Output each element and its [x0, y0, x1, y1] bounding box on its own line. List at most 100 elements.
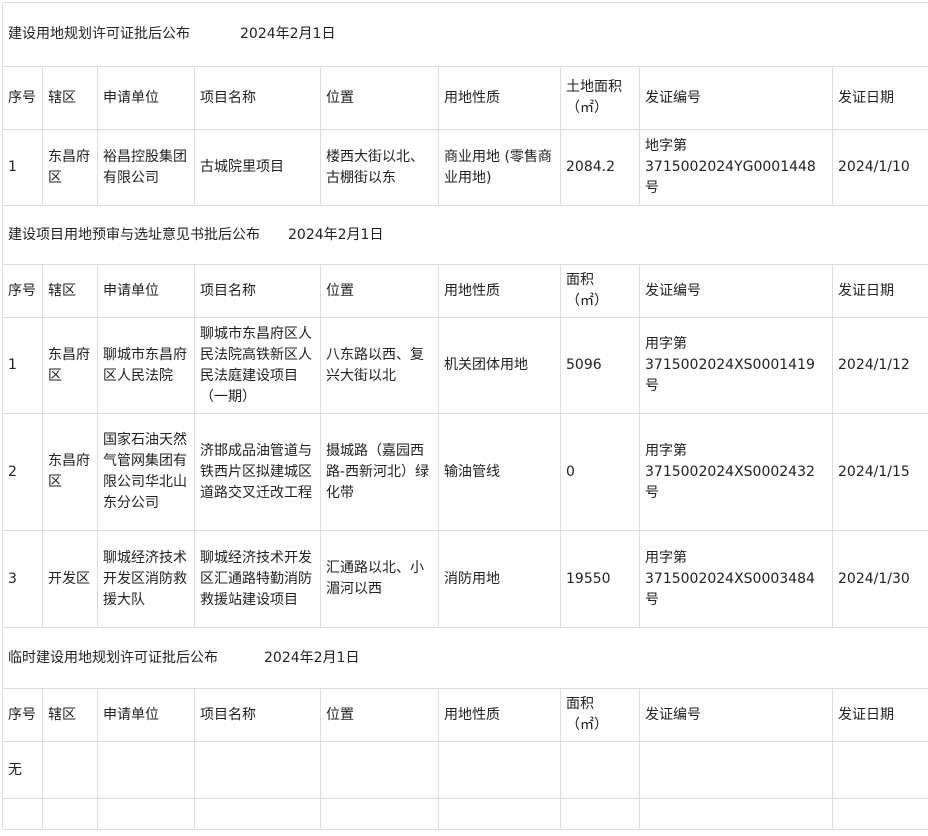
header-cert-no: 发证编号 [640, 67, 833, 130]
table-row: 2 东昌府区 国家石油天然气管网集团有限公司华北山东分公司 济邯成品油管道与铁西… [3, 414, 928, 531]
header-applicant: 申请单位 [98, 689, 195, 742]
header-area: 土地面积（㎡） [561, 67, 640, 130]
header-area-unit: （㎡） [566, 291, 635, 312]
cell-cert-no: 地字第3715002024YG0001448号 [640, 130, 833, 206]
section-header-row: 临时建设用地规划许可证批后公布 2024年2月1日 [3, 628, 928, 689]
table-header-row: 序号 辖区 申请单位 项目名称 位置 用地性质 土地面积（㎡） 发证编号 发证日… [3, 67, 928, 130]
table-header-row: 序号 辖区 申请单位 项目名称 位置 用地性质 面积（㎡） 发证编号 发证日期 [3, 689, 928, 742]
cell-applicant [98, 742, 195, 799]
cell-applicant: 国家石油天然气管网集团有限公司华北山东分公司 [98, 414, 195, 531]
header-applicant: 申请单位 [98, 67, 195, 130]
header-project: 项目名称 [195, 265, 321, 318]
header-district: 辖区 [43, 67, 98, 130]
cell-applicant: 裕昌控股集团有限公司 [98, 130, 195, 206]
cell-land-use: 机关团体用地 [439, 318, 561, 414]
cell-issue-date [833, 742, 928, 799]
header-district: 辖区 [43, 689, 98, 742]
cert-no-suffix: 号 [645, 376, 828, 397]
empty-cell [640, 799, 833, 830]
header-applicant: 申请单位 [98, 265, 195, 318]
header-seq: 序号 [3, 689, 43, 742]
cert-no-code: 3715002024XS0003484 [645, 569, 828, 590]
section-date: 2024年2月1日 [240, 26, 335, 42]
header-location: 位置 [321, 265, 439, 318]
header-project: 项目名称 [195, 67, 321, 130]
table-row [3, 799, 928, 830]
cell-location [321, 742, 439, 799]
cert-no-code: 3715002024XS0002432 [645, 462, 828, 483]
cell-area: 2084.2 [561, 130, 640, 206]
header-area-unit: （㎡） [566, 98, 635, 119]
empty-cell [561, 799, 640, 830]
section-title: 临时建设用地规划许可证批后公布 [8, 650, 218, 666]
section-heading: 临时建设用地规划许可证批后公布 2024年2月1日 [3, 628, 928, 689]
cell-land-use: 消防用地 [439, 531, 561, 628]
cell-issue-date: 2024/1/15 [833, 414, 928, 531]
header-cert-no: 发证编号 [640, 265, 833, 318]
cell-location: 汇通路以北、小湄河以西 [321, 531, 439, 628]
cell-area: 0 [561, 414, 640, 531]
cell-land-use: 商业用地 (零售商业用地) [439, 130, 561, 206]
cert-no-code: 3715002024XS0001419 [645, 355, 828, 376]
header-issue-date: 发证日期 [833, 689, 928, 742]
header-area-label: 面积 [566, 694, 635, 715]
section-header-row: 建设项目用地预审与选址意见书批后公布2024年2月1日 [3, 206, 928, 265]
cell-cert-no [640, 742, 833, 799]
header-issue-date: 发证日期 [833, 265, 928, 318]
cert-no-prefix: 地字第 [645, 136, 828, 157]
cert-no-prefix: 用字第 [645, 548, 828, 569]
section-title: 建设项目用地预审与选址意见书批后公布 [8, 227, 260, 243]
cell-seq: 无 [3, 742, 43, 799]
header-land-use: 用地性质 [439, 689, 561, 742]
cell-applicant: 聊城经济技术开发区消防救援大队 [98, 531, 195, 628]
cell-seq: 3 [3, 531, 43, 628]
cell-issue-date: 2024/1/12 [833, 318, 928, 414]
table-row: 无 [3, 742, 928, 799]
cert-no-prefix: 用字第 [645, 441, 828, 462]
cell-seq: 1 [3, 130, 43, 206]
header-location: 位置 [321, 689, 439, 742]
table-row: 1 东昌府区 裕昌控股集团有限公司 古城院里项目 楼西大街以北、古棚街以东 商业… [3, 130, 928, 206]
empty-cell [833, 799, 928, 830]
empty-cell [43, 799, 98, 830]
cell-seq: 2 [3, 414, 43, 531]
header-district: 辖区 [43, 265, 98, 318]
cell-land-use [439, 742, 561, 799]
header-cert-no: 发证编号 [640, 689, 833, 742]
section-heading: 建设用地规划许可证批后公布 2024年2月1日 [3, 3, 928, 67]
cell-issue-date: 2024/1/10 [833, 130, 928, 206]
cell-cert-no: 用字第3715002024XS0001419号 [640, 318, 833, 414]
header-seq: 序号 [3, 67, 43, 130]
cell-project: 聊城经济技术开发区汇通路特勤消防救援站建设项目 [195, 531, 321, 628]
cell-district: 东昌府区 [43, 414, 98, 531]
cell-district: 东昌府区 [43, 318, 98, 414]
empty-cell [98, 799, 195, 830]
cell-area: 5096 [561, 318, 640, 414]
cell-project: 古城院里项目 [195, 130, 321, 206]
cell-district [43, 742, 98, 799]
table-header-row: 序号 辖区 申请单位 项目名称 位置 用地性质 面积（㎡） 发证编号 发证日期 [3, 265, 928, 318]
section-date: 2024年2月1日 [264, 650, 359, 666]
header-area-label: 面积 [566, 270, 635, 291]
table-row: 1 东昌府区 聊城市东昌府区人民法院 聊城市东昌府区人民法院高铁新区人民法庭建设… [3, 318, 928, 414]
cell-cert-no: 用字第3715002024XS0003484号 [640, 531, 833, 628]
permit-announcement-table: 建设用地规划许可证批后公布 2024年2月1日 序号 辖区 申请单位 项目名称 位… [2, 2, 928, 830]
cell-cert-no: 用字第3715002024XS0002432号 [640, 414, 833, 531]
section-title: 建设用地规划许可证批后公布 [8, 26, 190, 42]
cell-area: 19550 [561, 531, 640, 628]
empty-cell [321, 799, 439, 830]
cert-no-code: 3715002024YG0001448 [645, 157, 828, 178]
cell-location: 楼西大街以北、古棚街以东 [321, 130, 439, 206]
cell-issue-date: 2024/1/30 [833, 531, 928, 628]
cell-area [561, 742, 640, 799]
header-location: 位置 [321, 67, 439, 130]
header-land-use: 用地性质 [439, 265, 561, 318]
cell-project: 济邯成品油管道与铁西片区拟建城区道路交叉迁改工程 [195, 414, 321, 531]
cert-no-suffix: 号 [645, 483, 828, 504]
cell-project: 聊城市东昌府区人民法院高铁新区人民法庭建设项目（一期） [195, 318, 321, 414]
empty-cell [195, 799, 321, 830]
header-area-unit: （㎡） [566, 715, 635, 736]
header-seq: 序号 [3, 265, 43, 318]
cell-location: 八东路以西、复兴大街以北 [321, 318, 439, 414]
empty-cell [439, 799, 561, 830]
